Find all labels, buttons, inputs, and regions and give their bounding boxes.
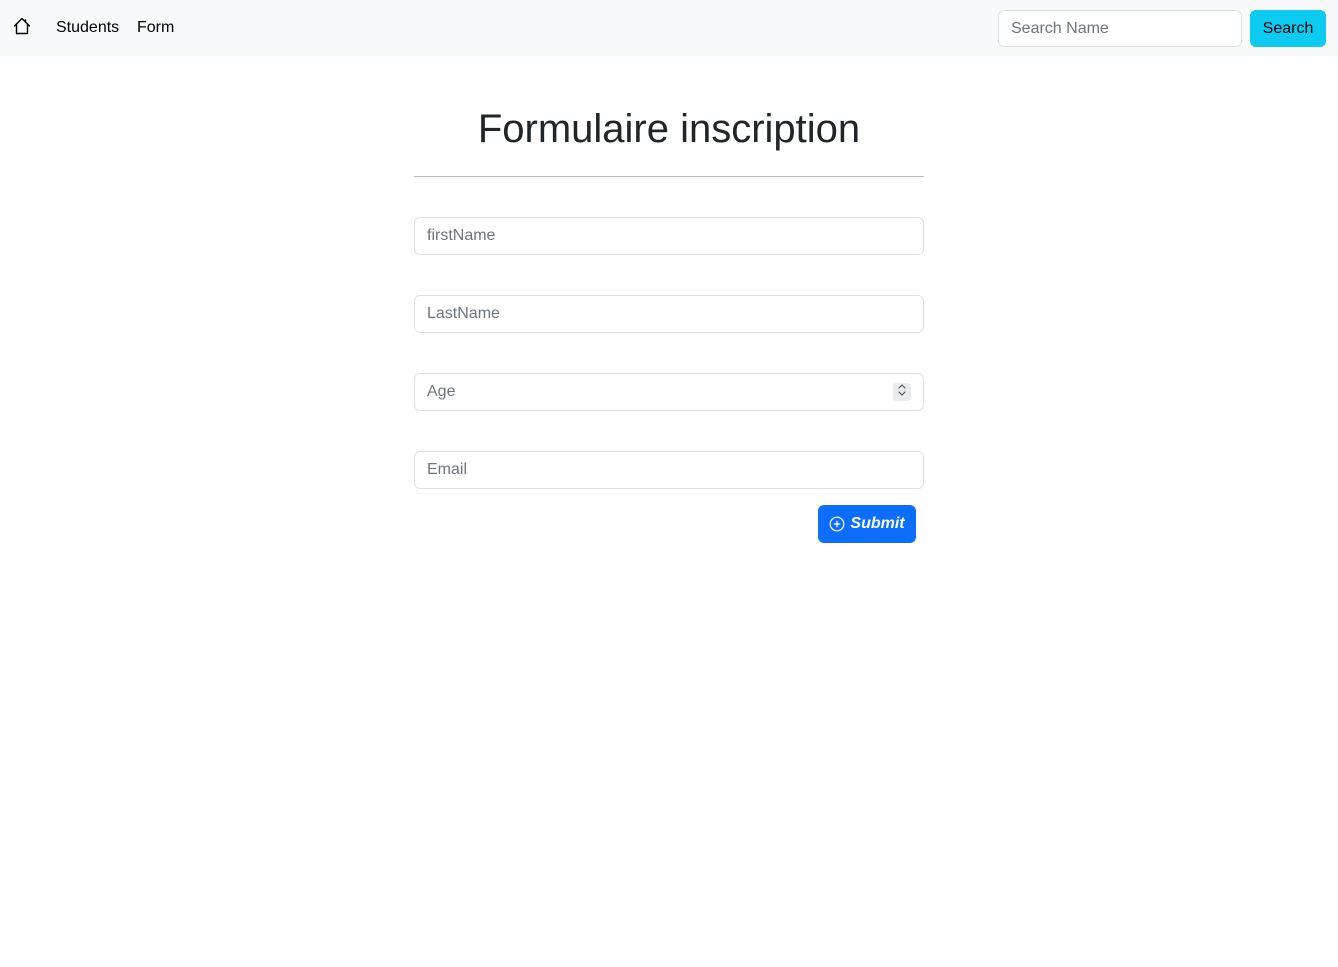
age-field[interactable]: [414, 373, 924, 411]
house-icon: [12, 16, 32, 41]
nav-link-students[interactable]: Students: [56, 18, 119, 38]
nav-link-form[interactable]: Form: [137, 18, 174, 38]
first-name-field[interactable]: [414, 217, 924, 255]
plus-circle-icon: [829, 516, 845, 532]
page-title: Formulaire inscription: [477, 107, 861, 151]
submit-button[interactable]: Submit: [818, 505, 916, 543]
divider: [414, 176, 924, 177]
search-input[interactable]: [998, 10, 1242, 47]
chevron-up-down-icon: [897, 383, 907, 402]
navbar: Students Form Search: [0, 0, 1338, 56]
age-stepper[interactable]: [893, 383, 911, 401]
home-link[interactable]: [12, 16, 32, 41]
email-field[interactable]: [414, 451, 924, 489]
submit-label: Submit: [850, 515, 905, 532]
search-button[interactable]: Search: [1250, 10, 1326, 47]
last-name-field[interactable]: [414, 295, 924, 333]
